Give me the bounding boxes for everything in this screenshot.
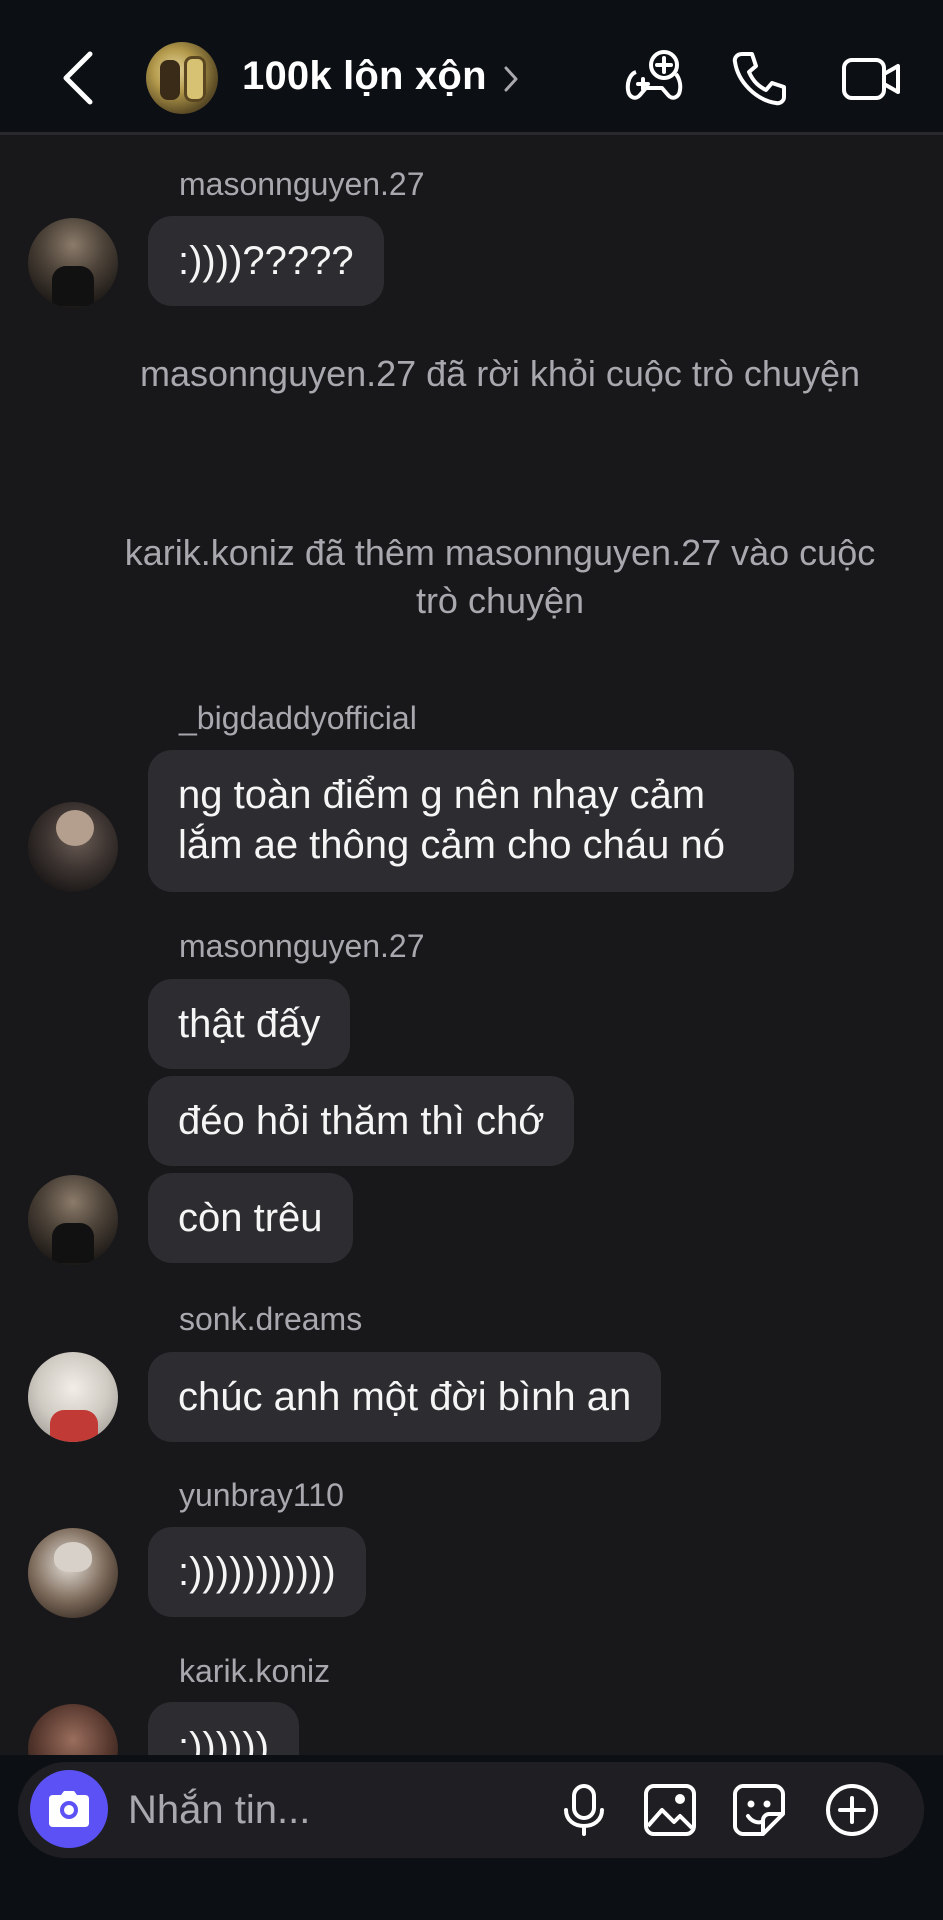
- camera-button[interactable]: [30, 1770, 108, 1848]
- system-notice: karik.koniz đã thêm masonnguyen.27 vào c…: [124, 532, 876, 621]
- camera-icon: [49, 1791, 89, 1827]
- microphone-icon[interactable]: [556, 1782, 612, 1838]
- chat-header: 100k lộn xộn: [0, 0, 943, 135]
- sticker-icon[interactable]: [731, 1782, 787, 1838]
- plus-icon[interactable]: [824, 1782, 880, 1838]
- sender-name: karik.koniz: [179, 1653, 331, 1689]
- chat-title[interactable]: 100k lộn xộn: [242, 54, 487, 99]
- phone-icon[interactable]: [728, 46, 792, 110]
- chevron-right-icon[interactable]: [502, 64, 520, 94]
- avatar[interactable]: [28, 1175, 118, 1265]
- message-bubble[interactable]: chúc anh một đời bình an: [148, 1352, 662, 1442]
- message-bubble[interactable]: thật đấy: [148, 979, 351, 1069]
- games-icon[interactable]: [622, 46, 686, 110]
- system-notice: masonnguyen.27 đã rời khỏi cuộc trò chuy…: [139, 353, 861, 394]
- avatar[interactable]: [28, 1528, 118, 1618]
- chat-screen: masonnguyen.27 :))))????? masonnguyen.27…: [0, 0, 943, 1920]
- message-bubble[interactable]: :))))?????: [148, 216, 384, 306]
- message-bubble[interactable]: :))))))))))): [148, 1527, 366, 1617]
- sender-name: sonk.dreams: [179, 1301, 363, 1337]
- avatar[interactable]: [28, 802, 118, 892]
- message-bubble[interactable]: đéo hỏi thăm thì chớ: [148, 1076, 575, 1166]
- sender-name: _bigdaddyofficial: [179, 700, 417, 736]
- message-bubble[interactable]: còn trêu: [148, 1173, 353, 1263]
- gallery-icon[interactable]: [642, 1782, 698, 1838]
- video-camera-icon[interactable]: [838, 46, 904, 110]
- message-bubble[interactable]: ng toàn điểm g nên nhạy cảm lắm ae thông…: [148, 750, 794, 892]
- back-icon[interactable]: [58, 50, 98, 106]
- message-input[interactable]: [128, 1782, 528, 1838]
- avatar[interactable]: [28, 218, 118, 308]
- sender-name: yunbray110: [179, 1477, 344, 1513]
- group-avatar[interactable]: [146, 42, 218, 114]
- sender-name: masonnguyen.27: [179, 166, 425, 202]
- sender-name: masonnguyen.27: [179, 928, 425, 964]
- avatar[interactable]: [28, 1352, 118, 1442]
